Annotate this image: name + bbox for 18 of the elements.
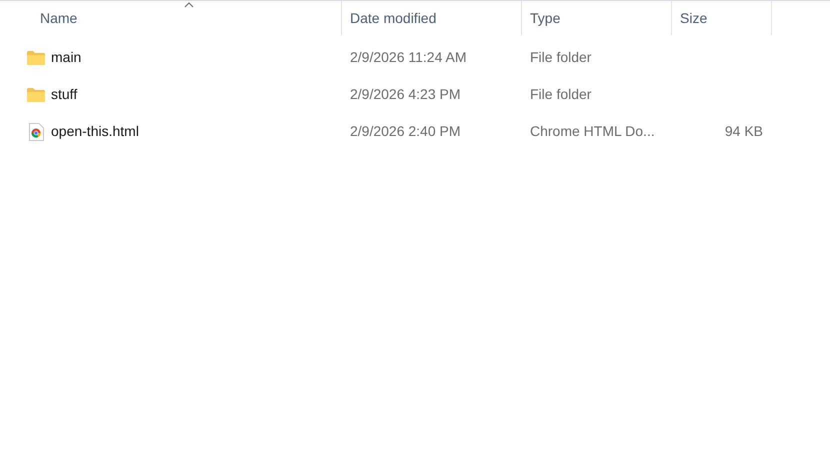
column-header[interactable]: Date modified <box>342 1 522 35</box>
file-name[interactable]: main <box>51 47 82 68</box>
type-cell: Chrome HTML Do... <box>530 123 655 139</box>
folder-icon <box>27 50 45 64</box>
column-header[interactable]: Name <box>0 1 342 35</box>
browser-document-icon <box>28 122 44 140</box>
date-modified-cell: 2/9/2026 2:40 PM <box>350 123 461 139</box>
column-header[interactable]: Type <box>522 1 672 35</box>
type-cell: File folder <box>530 49 592 65</box>
date-modified-cell: 2/9/2026 11:24 AM <box>350 49 466 65</box>
sort-caret-icon <box>184 2 194 8</box>
date-modified-cell: 2/9/2026 4:23 PM <box>350 86 461 102</box>
column-header[interactable]: Size <box>672 1 772 35</box>
type-cell: File folder <box>530 86 592 102</box>
folder-icon <box>27 88 45 102</box>
file-name[interactable]: stuff <box>51 84 78 105</box>
size-cell-text: 94 KB <box>724 122 763 141</box>
file-name[interactable]: open-this.html <box>51 121 139 142</box>
